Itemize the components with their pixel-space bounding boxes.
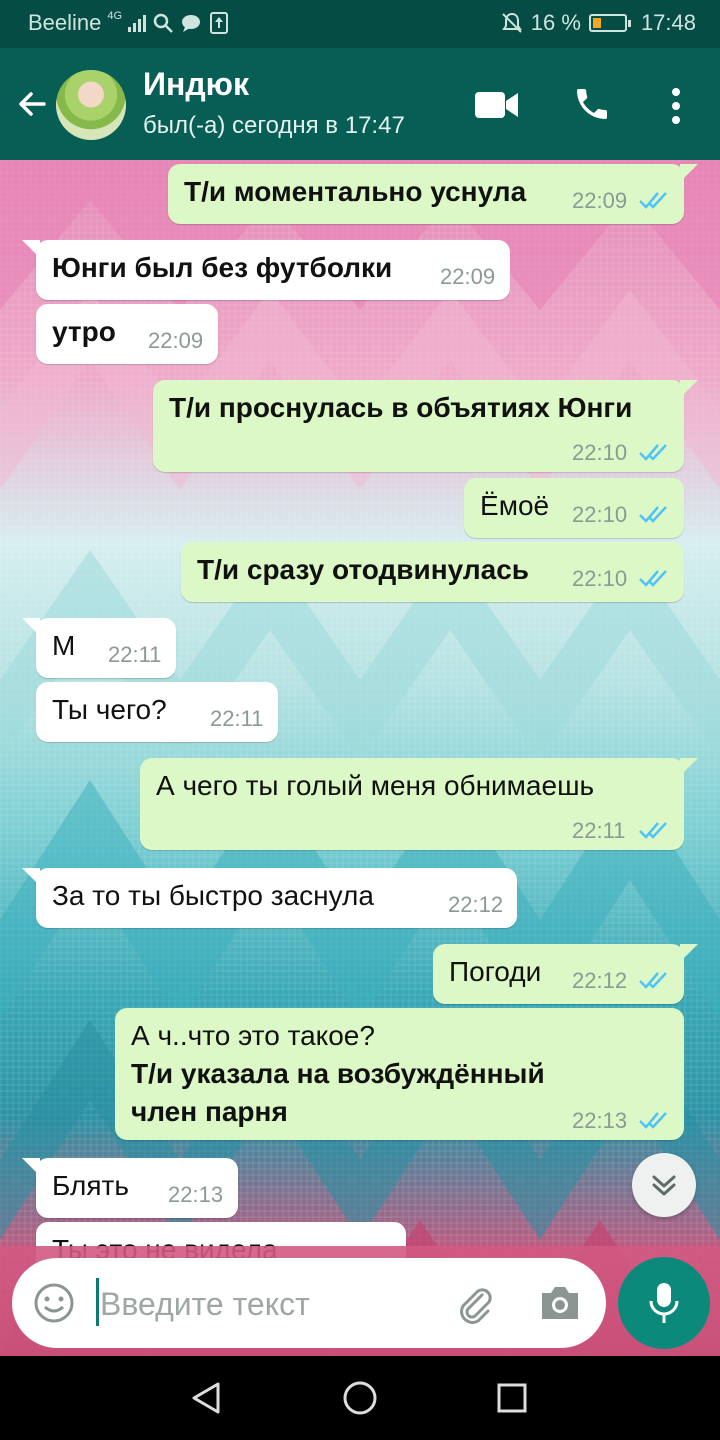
message-time: 22:10 xyxy=(572,502,628,527)
camera-icon[interactable] xyxy=(538,1283,582,1323)
message-incoming[interactable]: Юнги был без футболки 22:09 xyxy=(22,240,510,300)
emoji-icon[interactable] xyxy=(32,1281,76,1325)
message-time: 22:12 xyxy=(448,892,504,917)
message-text: А чего ты голый меня обнимаешь xyxy=(156,770,595,801)
battery-icon xyxy=(588,14,631,32)
message-incoming[interactable]: Ты чего? 22:11 xyxy=(36,682,278,742)
message-time: 22:09 xyxy=(440,264,496,289)
message-text: утро xyxy=(52,316,116,347)
signal-icon xyxy=(128,14,147,32)
message-text: Ты чего? xyxy=(52,694,167,725)
read-ticks-icon xyxy=(639,192,667,209)
contact-last-seen: был(-а) сегодня в 17:47 xyxy=(143,112,405,139)
attach-icon[interactable] xyxy=(452,1281,496,1325)
message-time: 22:12 xyxy=(572,968,628,993)
message-incoming[interactable]: Блять 22:13 xyxy=(22,1158,238,1218)
message-text: За то ты быстро заснула xyxy=(52,880,374,911)
message-time: 22:11 xyxy=(108,642,162,667)
message-outgoing[interactable]: Погоди 22:12 xyxy=(433,944,698,1004)
upload-status-icon xyxy=(210,12,229,34)
scroll-to-bottom-button[interactable] xyxy=(632,1153,696,1217)
clock: 17:48 xyxy=(640,10,696,35)
text-cursor xyxy=(96,1278,99,1326)
message-incoming[interactable]: М 22:11 xyxy=(22,618,176,678)
message-time: 22:09 xyxy=(572,188,628,213)
message-text: М xyxy=(52,630,76,661)
read-ticks-icon xyxy=(639,822,667,839)
mute-bell-icon xyxy=(501,12,522,33)
message-text: Юнги был без футболки xyxy=(52,252,393,283)
carrier-label: Beeline xyxy=(28,10,102,35)
message-time: 22:10 xyxy=(572,566,628,591)
message-text: Блять xyxy=(52,1170,129,1201)
contact-name[interactable]: Индюк xyxy=(143,66,249,103)
message-outgoing[interactable]: Т/и моментально уснула 22:09 xyxy=(168,164,698,224)
chat-area[interactable]: Т/и моментально уснула 22:09 Юнги был бе… xyxy=(0,160,720,1356)
message-time: 22:10 xyxy=(572,440,628,465)
system-navigation-bar xyxy=(0,1356,720,1440)
read-ticks-icon xyxy=(639,972,667,989)
nav-recents-icon[interactable] xyxy=(496,1382,528,1414)
chevron-down-icon xyxy=(652,1175,676,1196)
message-outgoing[interactable]: Ёмоё 22:10 xyxy=(464,478,684,538)
message-outgoing[interactable]: Т/и проснулась в объятиях Юнги 22:10 xyxy=(153,380,698,472)
message-outgoing[interactable]: А чего ты голый меня обнимаешь 22:11 xyxy=(140,758,698,850)
mic-icon xyxy=(649,1283,679,1323)
status-left: Beeline 4G xyxy=(28,10,230,36)
read-ticks-icon xyxy=(639,444,667,461)
message-text-line: Т/и указала на возбуждённый xyxy=(131,1058,545,1089)
message-time: 22:09 xyxy=(148,328,204,353)
message-text-line: член парня xyxy=(131,1096,288,1127)
read-ticks-icon xyxy=(639,570,667,587)
read-ticks-icon xyxy=(639,1112,667,1129)
message-text: Погоди xyxy=(449,956,542,987)
mic-button[interactable] xyxy=(618,1257,710,1349)
read-ticks-icon xyxy=(639,506,667,523)
message-text: Ёмоё xyxy=(480,490,550,521)
message-text: Т/и проснулась в объятиях Юнги xyxy=(169,392,633,423)
nav-back-icon[interactable] xyxy=(188,1380,224,1416)
back-arrow-icon[interactable] xyxy=(14,86,50,122)
message-time: 22:11 xyxy=(572,818,626,843)
message-outgoing[interactable]: А ч..что это такое? Т/и указала на возбу… xyxy=(115,1008,684,1140)
network-label: 4G xyxy=(107,10,123,22)
status-bar: Beeline 4G 16 % 17:48 xyxy=(0,0,720,48)
battery-percent: 16 % xyxy=(530,10,581,35)
message-input-placeholder: Введите текст xyxy=(100,1286,310,1322)
message-text-line: А ч..что это такое? xyxy=(131,1020,375,1051)
message-time: 22:13 xyxy=(168,1182,224,1207)
phone-icon[interactable] xyxy=(572,84,612,124)
message-incoming[interactable]: За то ты быстро заснула 22:12 xyxy=(22,868,517,928)
video-call-icon[interactable] xyxy=(474,90,520,120)
message-outgoing[interactable]: Т/и сразу отодвинулась 22:10 xyxy=(181,542,684,602)
chat-header: Индюк был(-а) сегодня в 17:47 xyxy=(0,48,720,160)
search-status-icon xyxy=(153,13,173,33)
nav-home-icon[interactable] xyxy=(342,1380,378,1416)
more-vert-icon[interactable] xyxy=(668,86,684,126)
message-incoming[interactable]: утро 22:09 xyxy=(36,304,218,364)
message-time: 22:11 xyxy=(210,706,264,731)
message-time: 22:13 xyxy=(572,1108,628,1133)
message-text: Т/и сразу отодвинулась xyxy=(197,554,529,585)
status-right: 16 % 17:48 xyxy=(501,10,696,36)
message-text: Т/и моментально уснула xyxy=(184,176,527,207)
chat-status-icon xyxy=(182,15,201,32)
avatar[interactable] xyxy=(56,70,126,140)
